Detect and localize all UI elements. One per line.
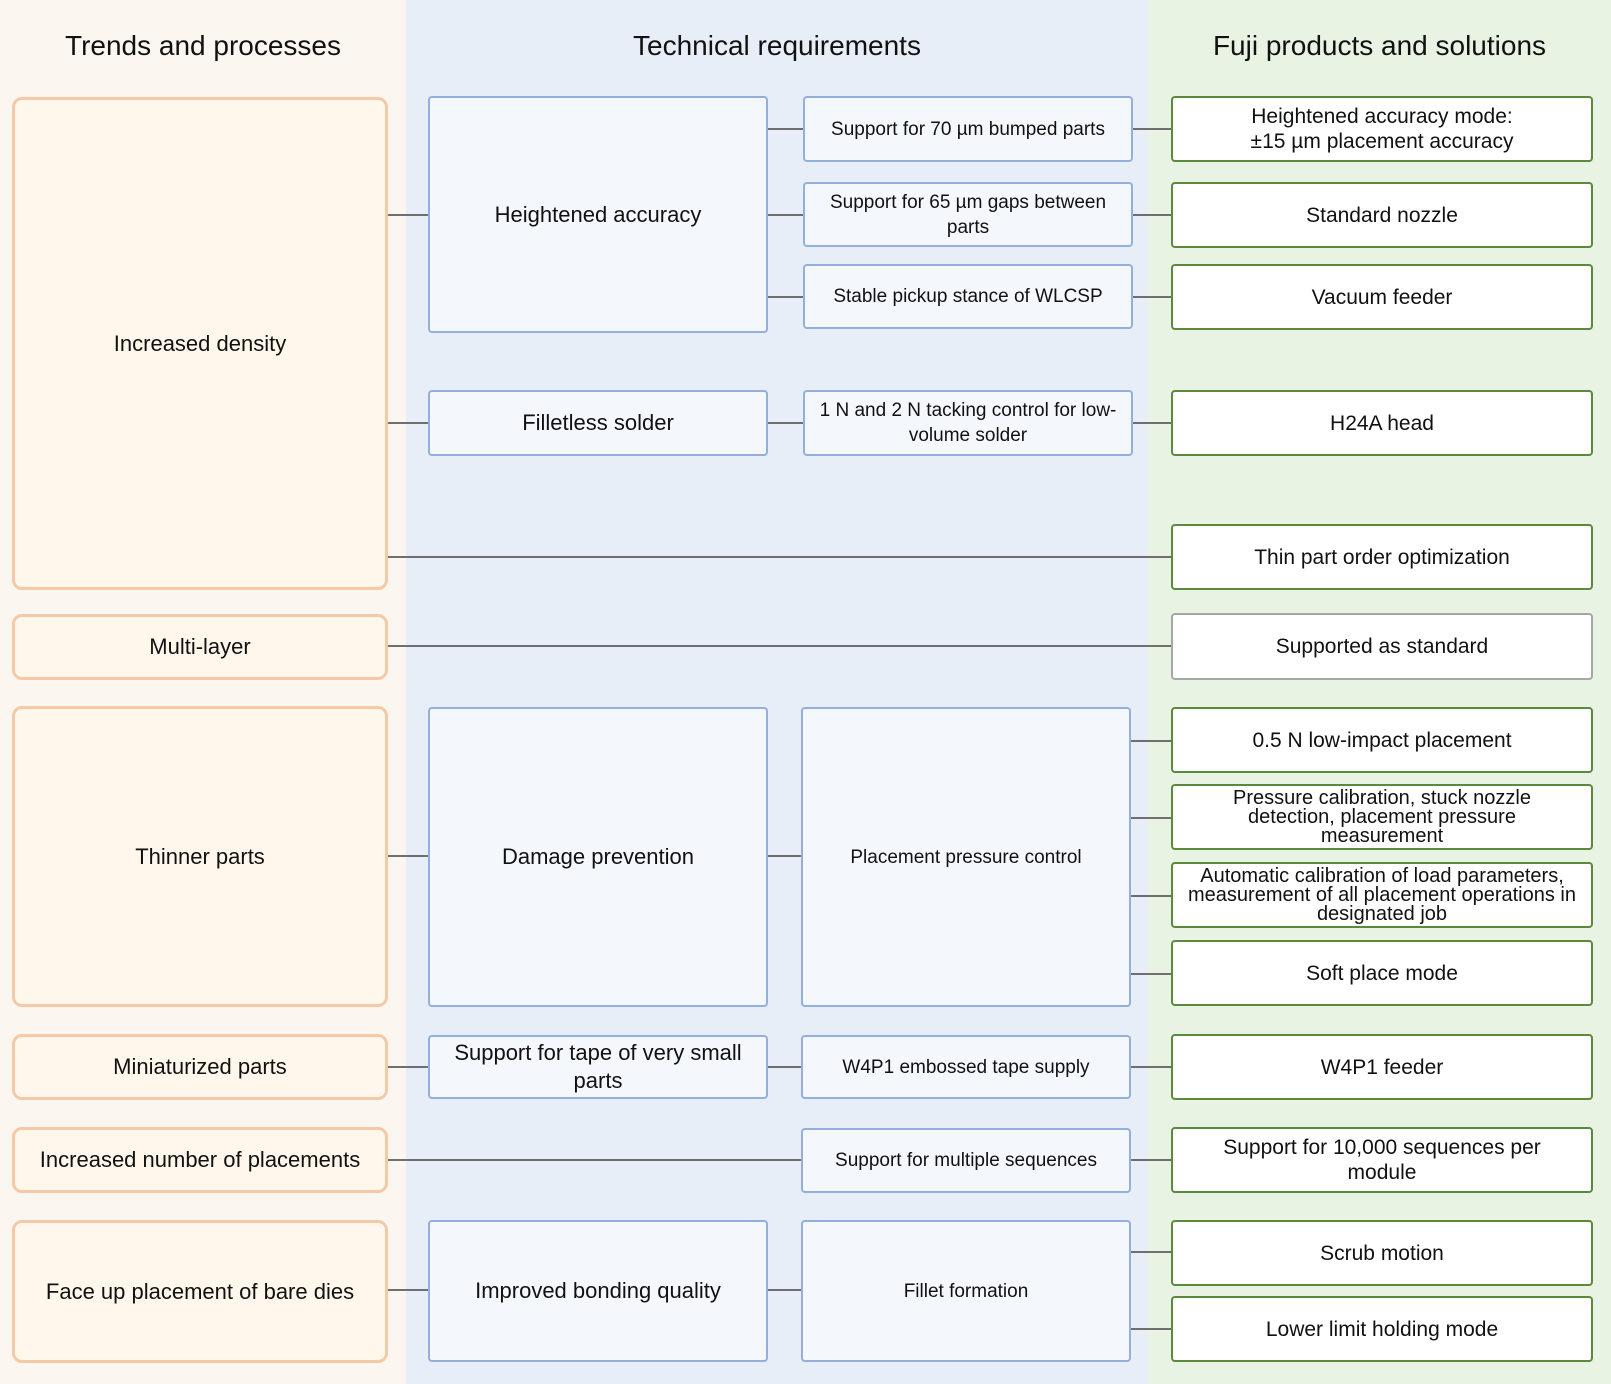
product-lower-limit-holding[interactable]: Lower limit holding mode (1171, 1296, 1593, 1362)
requirement-70um-bumped[interactable]: Support for 70 µm bumped parts (803, 96, 1133, 162)
trend-increased-placements[interactable]: Increased number of placements (12, 1127, 388, 1193)
connector (1130, 895, 1172, 897)
product-10000-sequences[interactable]: Support for 10,000 sequences per module (1171, 1127, 1593, 1193)
lane-title-requirements: Technical requirements (633, 30, 921, 61)
product-thin-part-optimization[interactable]: Thin part order optimization (1171, 524, 1593, 590)
connector (766, 1066, 802, 1068)
requirement-heightened-accuracy[interactable]: Heightened accuracy (428, 96, 768, 333)
trend-face-up-placement[interactable]: Face up placement of bare dies (12, 1220, 388, 1363)
trend-multi-layer[interactable]: Multi-layer (12, 614, 388, 680)
product-auto-load-calibration[interactable]: Automatic calibration of load parameters… (1171, 862, 1593, 928)
connector (388, 1066, 430, 1068)
connector (388, 422, 430, 424)
trend-increased-density[interactable]: Increased density (12, 97, 388, 590)
requirement-pressure-control[interactable]: Placement pressure control (801, 707, 1131, 1007)
requirement-multiple-sequences[interactable]: Support for multiple sequences (801, 1128, 1131, 1193)
connector (766, 128, 804, 130)
product-scrub-motion[interactable]: Scrub motion (1171, 1220, 1593, 1286)
product-pressure-calibration[interactable]: Pressure calibration, stuck nozzle detec… (1171, 784, 1593, 850)
connector (1132, 296, 1172, 298)
connector (1130, 1159, 1172, 1161)
connector (388, 1289, 430, 1291)
connector (1132, 422, 1172, 424)
product-h24a-head[interactable]: H24A head (1171, 390, 1593, 456)
connector (388, 855, 430, 857)
requirement-tape-small-parts[interactable]: Support for tape of very small parts (428, 1035, 768, 1099)
connector (766, 855, 802, 857)
requirement-fillet-formation[interactable]: Fillet formation (801, 1220, 1131, 1362)
product-low-impact-placement[interactable]: 0.5 N low-impact placement (1171, 707, 1593, 773)
connector (388, 556, 1172, 558)
connector (766, 422, 804, 424)
connector (1130, 1328, 1172, 1330)
lane-title-products: Fuji products and solutions (1212, 30, 1547, 61)
product-w4p1-feeder[interactable]: W4P1 feeder (1171, 1034, 1593, 1100)
requirement-wlcsp-pickup[interactable]: Stable pickup stance of WLCSP (803, 264, 1133, 329)
lane-title-trends: Trends and processes (65, 30, 341, 61)
product-supported-standard[interactable]: Supported as standard (1171, 613, 1593, 680)
requirement-w4p1-tape-supply[interactable]: W4P1 embossed tape supply (801, 1035, 1131, 1099)
trend-miniaturized-parts[interactable]: Miniaturized parts (12, 1034, 388, 1100)
connector (388, 214, 430, 216)
connector (766, 1289, 802, 1291)
requirement-tacking-control[interactable]: 1 N and 2 N tacking control for low-volu… (803, 390, 1133, 456)
connector (388, 1159, 802, 1161)
requirement-bonding-quality[interactable]: Improved bonding quality (428, 1220, 768, 1362)
requirement-65um-gaps[interactable]: Support for 65 µm gaps between parts (803, 182, 1133, 247)
connector (1130, 817, 1172, 819)
connector (1130, 1066, 1172, 1068)
product-accuracy-mode[interactable]: Heightened accuracy mode: ±15 µm placeme… (1171, 96, 1593, 162)
product-soft-place-mode[interactable]: Soft place mode (1171, 940, 1593, 1006)
product-standard-nozzle[interactable]: Standard nozzle (1171, 182, 1593, 248)
connector (1130, 1251, 1172, 1253)
connector (1132, 214, 1172, 216)
product-vacuum-feeder[interactable]: Vacuum feeder (1171, 264, 1593, 330)
connector (1130, 973, 1172, 975)
requirement-damage-prevention[interactable]: Damage prevention (428, 707, 768, 1007)
requirement-filletless-solder[interactable]: Filletless solder (428, 390, 768, 456)
connector (1132, 128, 1172, 130)
connector (388, 645, 1172, 647)
connector (766, 296, 804, 298)
trend-thinner-parts[interactable]: Thinner parts (12, 706, 388, 1007)
connector (1130, 740, 1172, 742)
connector (766, 214, 804, 216)
